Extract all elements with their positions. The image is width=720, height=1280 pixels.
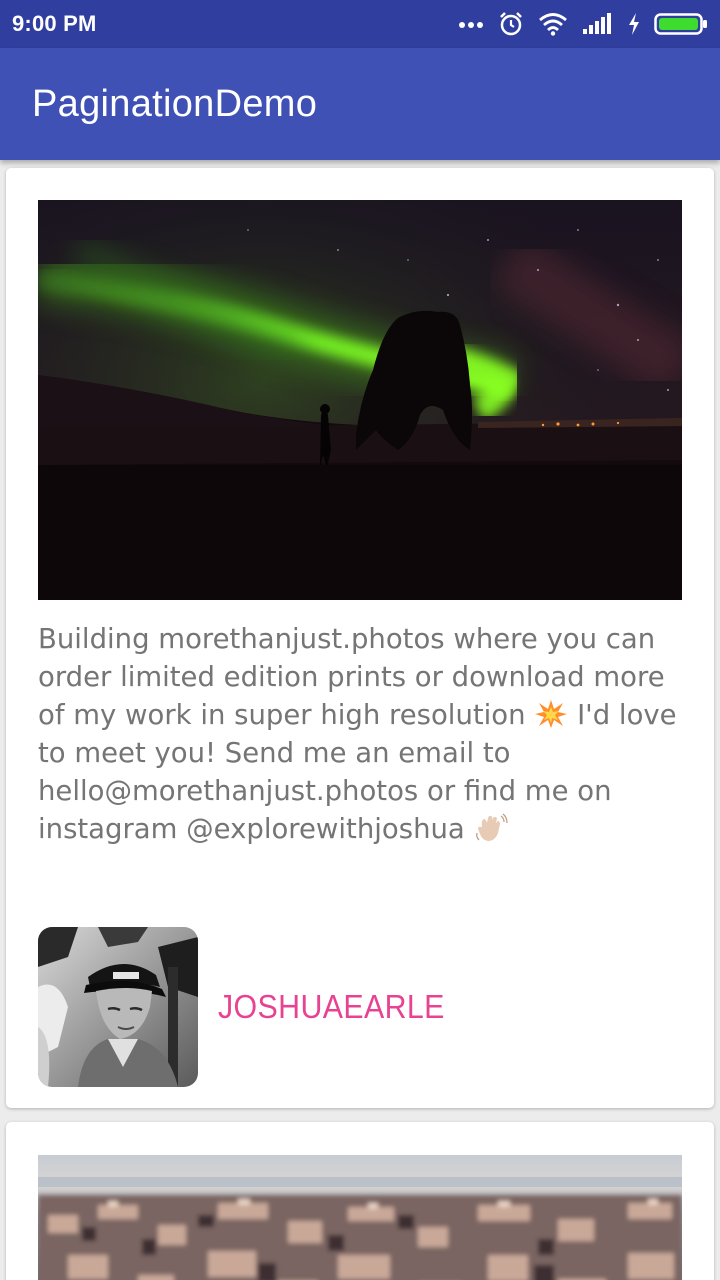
waving-hand-emoji-icon bbox=[474, 813, 508, 843]
post-description: Building morethanjust.photos where you c… bbox=[38, 620, 678, 848]
charging-icon bbox=[628, 13, 640, 35]
battery-icon bbox=[654, 12, 708, 36]
status-bar: 9:00 PM bbox=[0, 0, 720, 48]
collision-emoji-icon bbox=[534, 699, 568, 729]
app-bar: PaginationDemo bbox=[0, 48, 720, 160]
author-avatar[interactable] bbox=[38, 927, 198, 1087]
more-dots-icon bbox=[458, 19, 484, 29]
status-icons bbox=[458, 11, 708, 37]
wifi-icon bbox=[538, 12, 568, 36]
post-description-text: Building morethanjust.photos where you c… bbox=[38, 623, 665, 731]
author-username[interactable]: JOSHUAEARLE bbox=[218, 988, 445, 1026]
post-card[interactable] bbox=[6, 1122, 714, 1280]
alarm-icon bbox=[498, 11, 524, 37]
app-title: PaginationDemo bbox=[32, 82, 318, 125]
signal-icon bbox=[582, 13, 614, 35]
author-row[interactable]: JOSHUAEARLE bbox=[38, 927, 464, 1087]
status-time: 9:00 PM bbox=[12, 11, 97, 36]
post-card[interactable]: Building morethanjust.photos where you c… bbox=[6, 168, 714, 1108]
post-image[interactable] bbox=[38, 200, 682, 600]
post-image[interactable] bbox=[38, 1155, 682, 1280]
